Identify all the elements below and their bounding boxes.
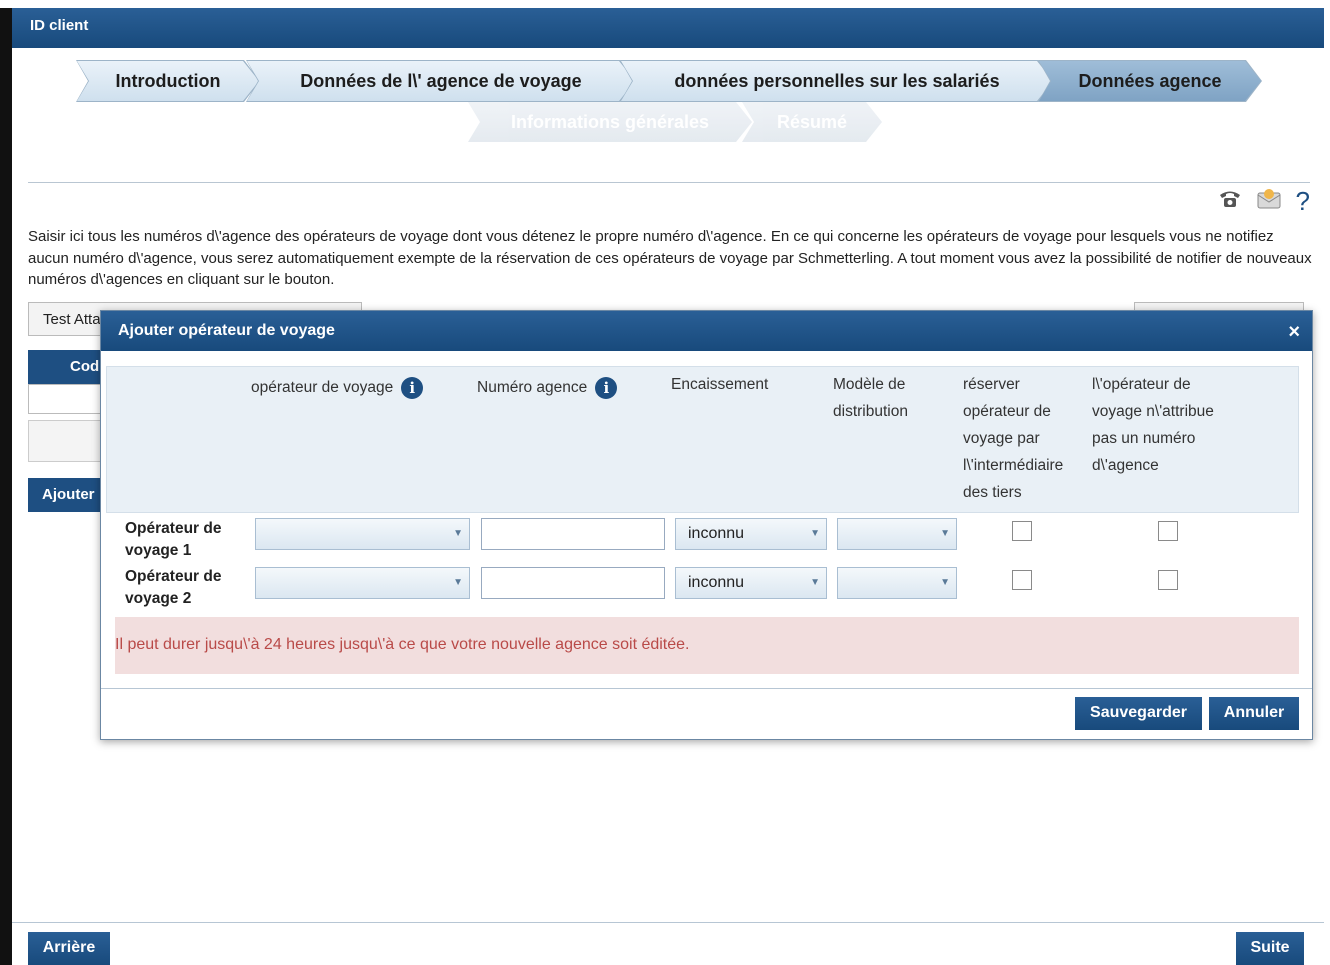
dropdown-arrow-icon: ▼ xyxy=(940,528,950,539)
no-agency-number-checkbox[interactable] xyxy=(1158,521,1178,541)
info-icon[interactable]: i xyxy=(401,376,424,399)
distribution-select[interactable]: ▼ xyxy=(837,567,957,599)
dropdown-arrow-icon: ▼ xyxy=(940,577,950,588)
column-label: opérateur de voyage xyxy=(251,379,394,396)
agency-number-input[interactable] xyxy=(481,567,665,599)
footer-divider xyxy=(12,922,1324,923)
warning-message: Il peut durer jusqu\'à 24 heures jusqu\'… xyxy=(115,617,1299,674)
column-header-distribution: Modèle de distribution xyxy=(833,376,908,420)
dropdown-arrow-icon: ▼ xyxy=(810,577,820,588)
operator-select[interactable]: ▼ xyxy=(255,518,470,550)
phone-icon[interactable] xyxy=(1218,188,1242,216)
third-party-checkbox[interactable] xyxy=(1012,521,1032,541)
third-party-checkbox[interactable] xyxy=(1012,570,1032,590)
column-header-agency-number: Numéro agence i xyxy=(477,374,618,401)
cancel-button[interactable]: Annuler xyxy=(1209,697,1299,730)
toolbar: ? xyxy=(1218,186,1310,217)
select-value: inconnu xyxy=(688,525,745,542)
dropdown-arrow-icon: ▼ xyxy=(453,528,463,539)
mail-icon[interactable] xyxy=(1256,187,1282,216)
operator-select[interactable]: ▼ xyxy=(255,567,470,599)
dropdown-arrow-icon: ▼ xyxy=(453,577,463,588)
collection-select[interactable]: inconnu ▼ xyxy=(675,518,827,550)
step-agency-data[interactable]: Données agence xyxy=(1039,61,1261,101)
intro-text: Saisir ici tous les numéros d\'agence de… xyxy=(28,228,1312,288)
step-summary: Résumé xyxy=(742,102,882,142)
step-introduction[interactable]: Introduction xyxy=(77,61,259,101)
dropdown-arrow-icon: ▼ xyxy=(810,528,820,539)
step-employee-personal-data[interactable]: données personnelles sur les salariés xyxy=(621,61,1053,101)
header-divider xyxy=(28,182,1310,183)
add-operator-dialog: Ajouter opérateur de voyage × opérateur … xyxy=(100,310,1313,740)
column-label: Numéro agence xyxy=(477,379,588,396)
column-header-collection: Encaissement xyxy=(671,376,769,393)
dialog-footer-divider xyxy=(101,688,1312,689)
next-button[interactable]: Suite xyxy=(1236,932,1304,965)
left-edge-bar xyxy=(0,0,12,965)
step-general-information: Informations générales xyxy=(468,102,752,142)
help-icon[interactable]: ? xyxy=(1296,186,1310,217)
distribution-select[interactable]: ▼ xyxy=(837,518,957,550)
top-strip xyxy=(0,0,1330,8)
agency-number-input[interactable] xyxy=(481,518,665,550)
column-header-third-party: réserver opérateur de voyage par l\'inte… xyxy=(963,376,1064,501)
collection-select[interactable]: inconnu ▼ xyxy=(675,567,827,599)
close-icon[interactable]: × xyxy=(1288,321,1300,344)
back-button[interactable]: Arrière xyxy=(28,932,110,965)
info-icon[interactable]: i xyxy=(595,376,618,399)
row-label: Opérateur de voyage 1 xyxy=(125,520,222,559)
save-button[interactable]: Sauvegarder xyxy=(1075,697,1202,730)
window-title: ID client xyxy=(12,8,1324,48)
select-value: inconnu xyxy=(688,574,745,591)
row-label: Opérateur de voyage 2 xyxy=(125,568,222,607)
dialog-title: Ajouter opérateur de voyage xyxy=(118,322,335,339)
step-travel-agency-data[interactable]: Données de l\' agence de voyage xyxy=(247,61,635,101)
dialog-header: Ajouter opérateur de voyage × xyxy=(101,311,1312,351)
column-header-no-agency-number: l\'opérateur de voyage n\'attribue pas u… xyxy=(1092,376,1214,474)
column-header-operator: opérateur de voyage i xyxy=(251,374,424,401)
no-agency-number-checkbox[interactable] xyxy=(1158,570,1178,590)
